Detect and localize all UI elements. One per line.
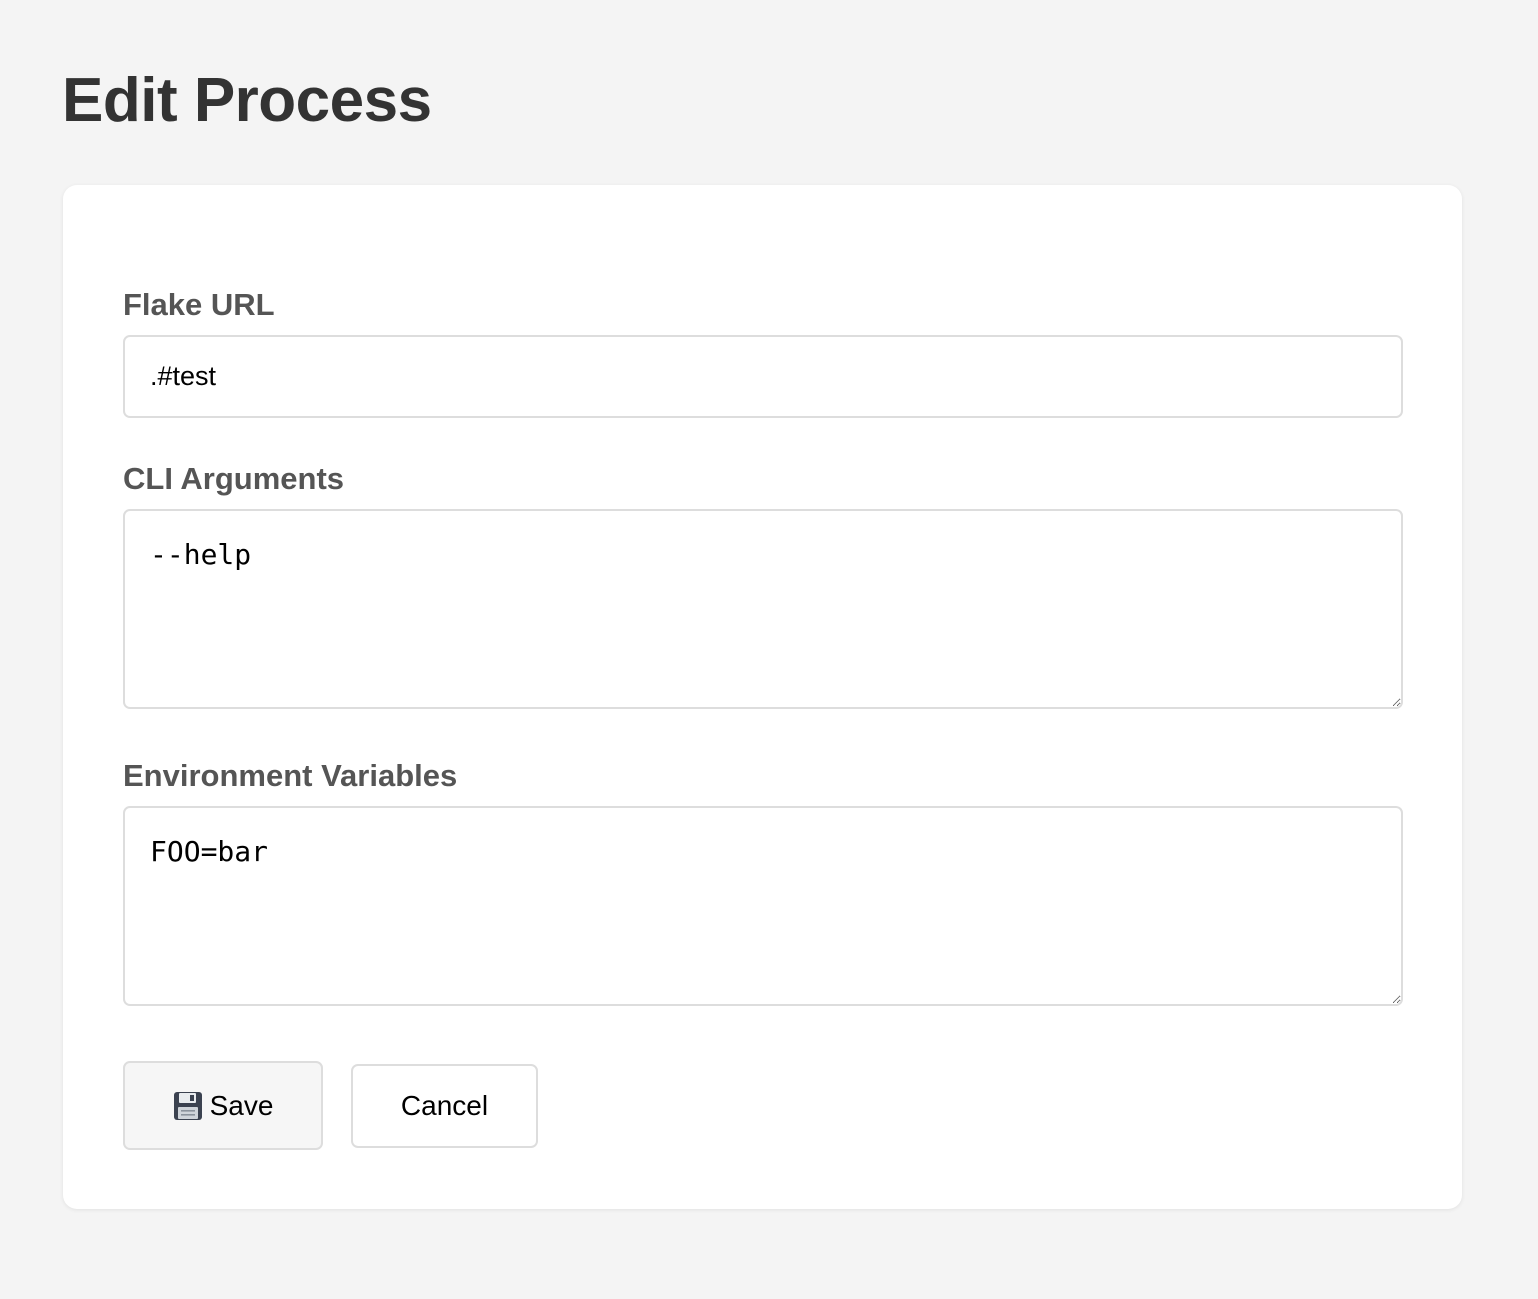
edit-process-form: Flake URL CLI Arguments --help Environme… [63,185,1462,1209]
environment-variables-label: Environment Variables [123,758,458,793]
cli-arguments-textarea[interactable]: --help [123,509,1403,709]
page-title: Edit Process [62,66,432,135]
cancel-button-label: Cancel [400,1090,489,1121]
save-button[interactable]: Save [123,1061,323,1150]
environment-variables-textarea[interactable]: FOO=bar [123,806,1403,1006]
flake-url-input[interactable] [123,335,1403,418]
floppy-disk-icon [173,1091,203,1121]
flake-url-label: Flake URL [123,287,275,322]
save-button-label: Save [209,1089,274,1121]
cli-arguments-label: CLI Arguments [123,461,345,496]
cancel-button[interactable]: Cancel [351,1064,538,1148]
